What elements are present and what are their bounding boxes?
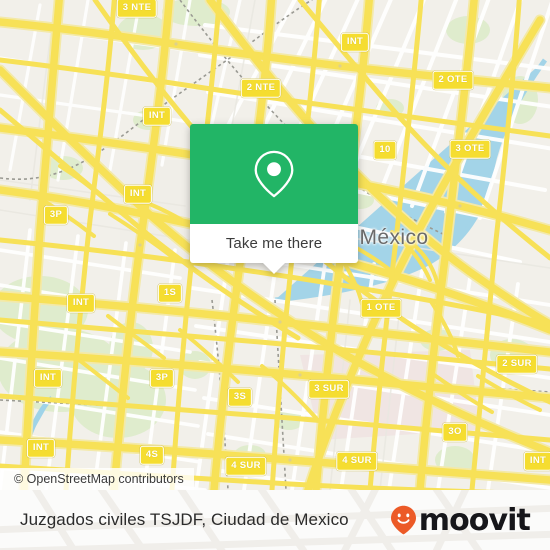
moovit-logo[interactable]: moovit — [390, 503, 531, 538]
road-shield[interactable]: 3S — [227, 387, 253, 407]
take-me-there-label: Take me there — [225, 235, 323, 252]
road-shield[interactable]: 3 OTE — [449, 139, 491, 159]
map-pin-icon — [254, 150, 294, 198]
road-shield[interactable]: 1 OTE — [360, 298, 402, 318]
road-shield[interactable]: 2 OTE — [432, 70, 474, 90]
road-shield[interactable]: INT — [123, 184, 153, 204]
road-shield[interactable]: 4S — [139, 445, 165, 465]
road-shield[interactable]: 3O — [442, 422, 468, 442]
road-shield[interactable]: 4 SUR — [225, 456, 267, 476]
road-shield[interactable]: 2 NTE — [240, 78, 282, 98]
popup-header — [190, 124, 358, 224]
road-shield[interactable]: 10 — [373, 140, 397, 160]
attribution-text: © OpenStreetMap contributors — [14, 472, 184, 486]
location-popup-card[interactable]: Take me there — [190, 124, 358, 274]
moovit-smiley-pin-icon — [390, 505, 416, 535]
road-shield[interactable]: 1S — [157, 283, 183, 303]
place-title: Juzgados civiles TSJDF, Ciudad de Mexico — [20, 510, 349, 529]
city-label: México — [359, 226, 429, 249]
popup-pointer-tail — [262, 262, 286, 274]
map-canvas[interactable]: .rd { stroke:#f7e157; fill:none; stroke-… — [0, 0, 550, 490]
popup-action-bar[interactable]: Take me there — [190, 224, 358, 274]
road-shield[interactable]: INT — [142, 106, 172, 126]
road-shield[interactable]: 3 SUR — [308, 379, 350, 399]
moovit-map-screenshot: .rd { stroke:#f7e157; fill:none; stroke-… — [0, 0, 550, 550]
road-shield[interactable]: INT — [66, 293, 96, 313]
road-shield[interactable]: 3P — [43, 205, 69, 225]
road-shield[interactable]: 2 SUR — [496, 354, 538, 374]
road-shield[interactable]: INT — [523, 451, 550, 471]
road-shield[interactable]: 4 SUR — [336, 451, 378, 471]
road-shield[interactable]: INT — [33, 368, 63, 388]
footer-bar: Juzgados civiles TSJDF, Ciudad de Mexico… — [0, 490, 550, 550]
moovit-wordmark: moovit — [418, 503, 531, 538]
road-shield[interactable]: INT — [340, 32, 370, 52]
road-shield[interactable]: INT — [26, 438, 56, 458]
road-shield[interactable]: 3P — [149, 368, 175, 388]
map-attribution[interactable]: © OpenStreetMap contributors — [0, 468, 194, 490]
road-shield[interactable]: 3 NTE — [116, 0, 158, 18]
